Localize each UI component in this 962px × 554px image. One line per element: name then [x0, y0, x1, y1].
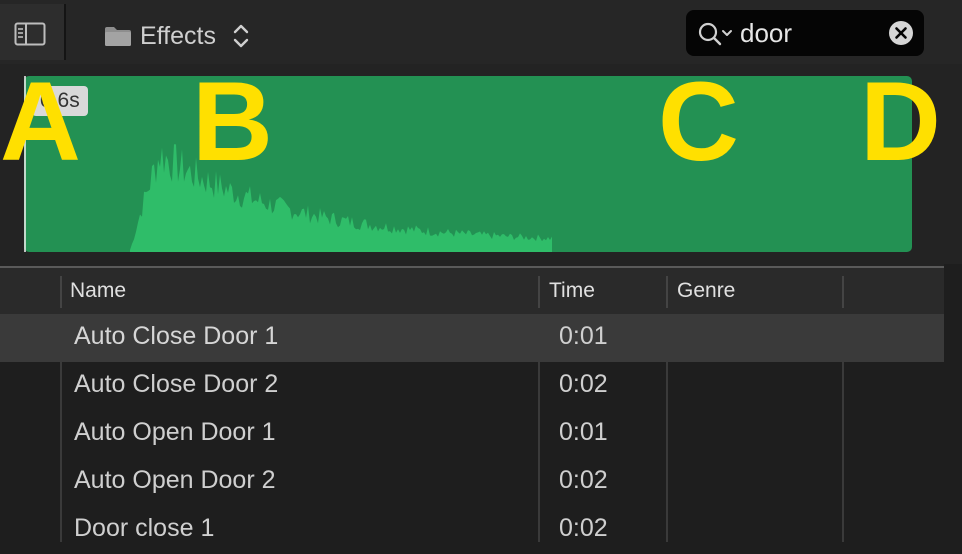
- row-time: 0:02: [559, 466, 608, 494]
- marker-b: B: [192, 59, 273, 184]
- waveform-display[interactable]: [24, 76, 912, 252]
- column-divider: [666, 314, 668, 542]
- browser-toolbar: Effects: [0, 0, 962, 65]
- row-name: Auto Close Door 1: [74, 322, 279, 350]
- table-row[interactable]: Auto Open Door 1 0:01: [0, 410, 944, 458]
- column-divider: [842, 314, 844, 542]
- row-time: 0:02: [559, 370, 608, 398]
- column-divider[interactable]: [666, 276, 668, 308]
- row-time: 0:02: [559, 514, 608, 542]
- row-name: Auto Close Door 2: [74, 370, 279, 398]
- clear-icon[interactable]: [888, 20, 914, 46]
- table-row[interactable]: Auto Close Door 1 0:01: [0, 314, 944, 362]
- table-row[interactable]: Door close 1 0:02: [0, 506, 944, 554]
- column-header-genre[interactable]: Genre: [677, 279, 735, 303]
- preview-area: [0, 64, 944, 266]
- results-table: Name Time Genre Auto Close Door 1 0:01 A…: [0, 266, 944, 542]
- column-header-time[interactable]: Time: [549, 279, 595, 303]
- search-field[interactable]: [686, 10, 924, 56]
- column-header-name[interactable]: Name: [70, 279, 126, 303]
- search-input[interactable]: [740, 16, 870, 50]
- marker-d: D: [860, 59, 941, 184]
- library-title[interactable]: Effects: [140, 22, 216, 51]
- search-icon[interactable]: [698, 22, 734, 46]
- row-name: Door close 1: [74, 514, 215, 542]
- column-divider: [60, 314, 62, 542]
- up-down-chevron-icon[interactable]: [232, 22, 250, 50]
- table-row[interactable]: Auto Open Door 2 0:02: [0, 458, 944, 506]
- table-header: Name Time Genre: [0, 268, 944, 316]
- row-time: 0:01: [559, 322, 608, 350]
- column-divider[interactable]: [538, 276, 540, 308]
- pane-edge: [944, 64, 962, 264]
- row-name: Auto Open Door 2: [74, 466, 276, 494]
- column-divider[interactable]: [60, 276, 62, 308]
- column-divider: [538, 314, 540, 542]
- folder-icon: [105, 27, 131, 46]
- sidebar-toggle-icon: [14, 22, 46, 46]
- waveform-shape: [130, 144, 552, 252]
- table-row[interactable]: Auto Close Door 2 0:02: [0, 362, 944, 410]
- column-divider[interactable]: [842, 276, 844, 308]
- marker-c: C: [658, 59, 739, 184]
- row-time: 0:01: [559, 418, 608, 446]
- row-name: Auto Open Door 1: [74, 418, 276, 446]
- marker-a: A: [0, 59, 81, 184]
- sidebar-toggle-button[interactable]: [0, 4, 66, 60]
